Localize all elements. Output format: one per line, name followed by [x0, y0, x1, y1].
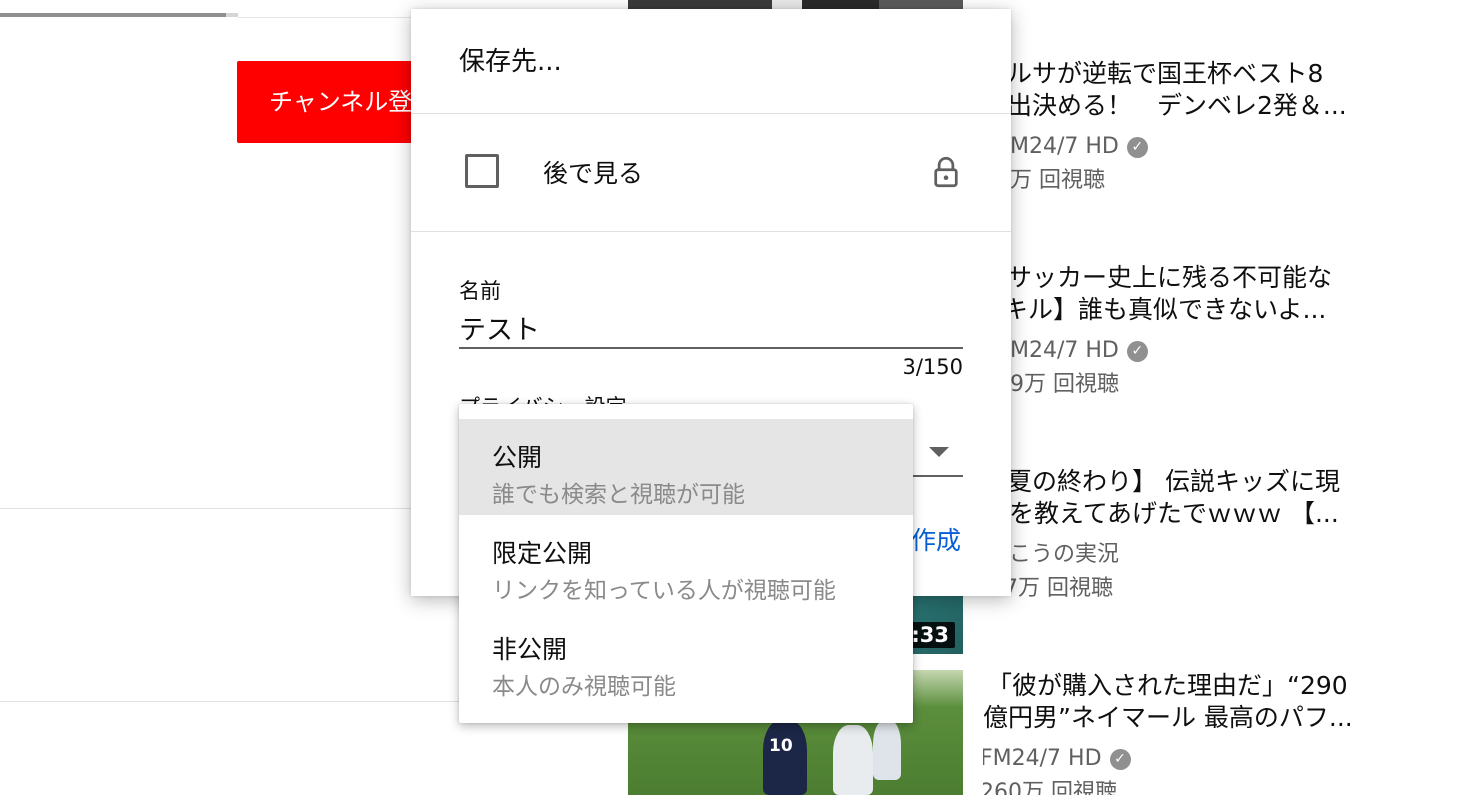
verified-check-icon: ✓ — [1109, 748, 1131, 770]
video-progress-bar[interactable] — [0, 13, 238, 17]
video-title[interactable]: 夏の終わり】 伝説キッズに現 — [1007, 466, 1407, 498]
view-count: 260万 回視聴 — [983, 780, 1117, 795]
related-video-item[interactable]: 「彼が購入された理由だ」“290 億円男”ネイマール 最高のパフ... FM24… — [983, 670, 1479, 795]
option-description: 誰でも検索と視聴が可能 — [492, 482, 745, 508]
channel-name-row: FM24/7 HD ✓ — [983, 742, 1479, 776]
channel-name[interactable]: M24/7 HD — [1010, 338, 1119, 363]
player-figure — [873, 720, 901, 780]
related-video-item[interactable]: サッカー史上に残る不可能な キル】誰も真似できないよ... M24/7 HD ✓ … — [983, 262, 1479, 402]
divider — [411, 113, 1011, 114]
player-figure: 10 — [763, 720, 807, 795]
page: チャンネル登録 :33 10 ルサが逆転で国王杯ベスト8 出決める！ デンベレ2… — [0, 0, 1479, 795]
option-title: 公開 — [492, 443, 543, 472]
view-count: 2.7万 回視聴 — [983, 576, 1113, 601]
video-title-line2[interactable]: キル】誰も真似できないよ... — [1003, 294, 1403, 326]
privacy-option-public[interactable]: 公開 誰でも検索と視聴が可能 — [459, 419, 913, 515]
view-count: 9万 回視聴 — [1010, 372, 1119, 397]
video-title[interactable]: 「彼が購入された理由だ」“290 — [987, 670, 1387, 702]
jersey-number: 10 — [769, 736, 793, 756]
dropdown-caret-icon[interactable] — [929, 447, 949, 457]
privacy-dropdown-menu: 公開 誰でも検索と視聴が可能 限定公開 リンクを知っている人が視聴可能 非公開 … — [459, 404, 913, 723]
option-title: 限定公開 — [492, 539, 593, 568]
divider — [411, 231, 1011, 232]
channel-name[interactable]: こうの実況 — [1009, 538, 1479, 572]
channel-name-row: M24/7 HD ✓ — [1010, 130, 1479, 164]
privacy-option-unlisted[interactable]: 限定公開 リンクを知っている人が視聴可能 — [459, 515, 913, 611]
lock-icon — [934, 156, 958, 188]
playlist-name-input[interactable] — [459, 307, 963, 349]
watch-later-label[interactable]: 後で見る — [543, 154, 643, 190]
video-title-line2[interactable]: 出決める！ デンベレ2発＆... — [1007, 90, 1407, 122]
related-video-item[interactable]: ルサが逆転で国王杯ベスト8 出決める！ デンベレ2発＆... M24/7 HD ✓… — [983, 58, 1479, 198]
video-title-line2[interactable]: を教えてあげたでｗｗｗ 【... — [1009, 498, 1409, 530]
option-title: 非公開 — [492, 635, 568, 664]
verified-check-icon: ✓ — [1126, 136, 1148, 158]
checkbox-unchecked-icon[interactable] — [465, 154, 499, 188]
video-title[interactable]: サッカー史上に残る不可能な — [1007, 262, 1407, 294]
related-video-item[interactable]: 夏の終わり】 伝説キッズに現 を教えてあげたでｗｗｗ 【... こうの実況 2.… — [983, 466, 1479, 606]
view-count: 万 回視聴 — [1010, 168, 1105, 193]
dialog-title: 保存先... — [459, 47, 562, 77]
channel-name[interactable]: FM24/7 HD — [983, 746, 1102, 771]
player-figure — [833, 725, 873, 795]
option-description: リンクを知っている人が視聴可能 — [492, 578, 836, 604]
verified-check-icon: ✓ — [1126, 340, 1148, 362]
video-progress-fill — [0, 13, 227, 17]
char-count: 3/150 — [902, 355, 963, 379]
name-label: 名前 — [459, 279, 501, 303]
channel-name[interactable]: M24/7 HD — [1010, 134, 1119, 159]
video-title-line2[interactable]: 億円男”ネイマール 最高のパフ... — [983, 702, 1383, 734]
video-title[interactable]: ルサが逆転で国王杯ベスト8 — [1007, 58, 1407, 90]
channel-name-row: M24/7 HD ✓ — [1010, 334, 1479, 368]
option-description: 本人のみ視聴可能 — [492, 674, 676, 700]
privacy-option-private[interactable]: 非公開 本人のみ視聴可能 — [459, 611, 913, 707]
